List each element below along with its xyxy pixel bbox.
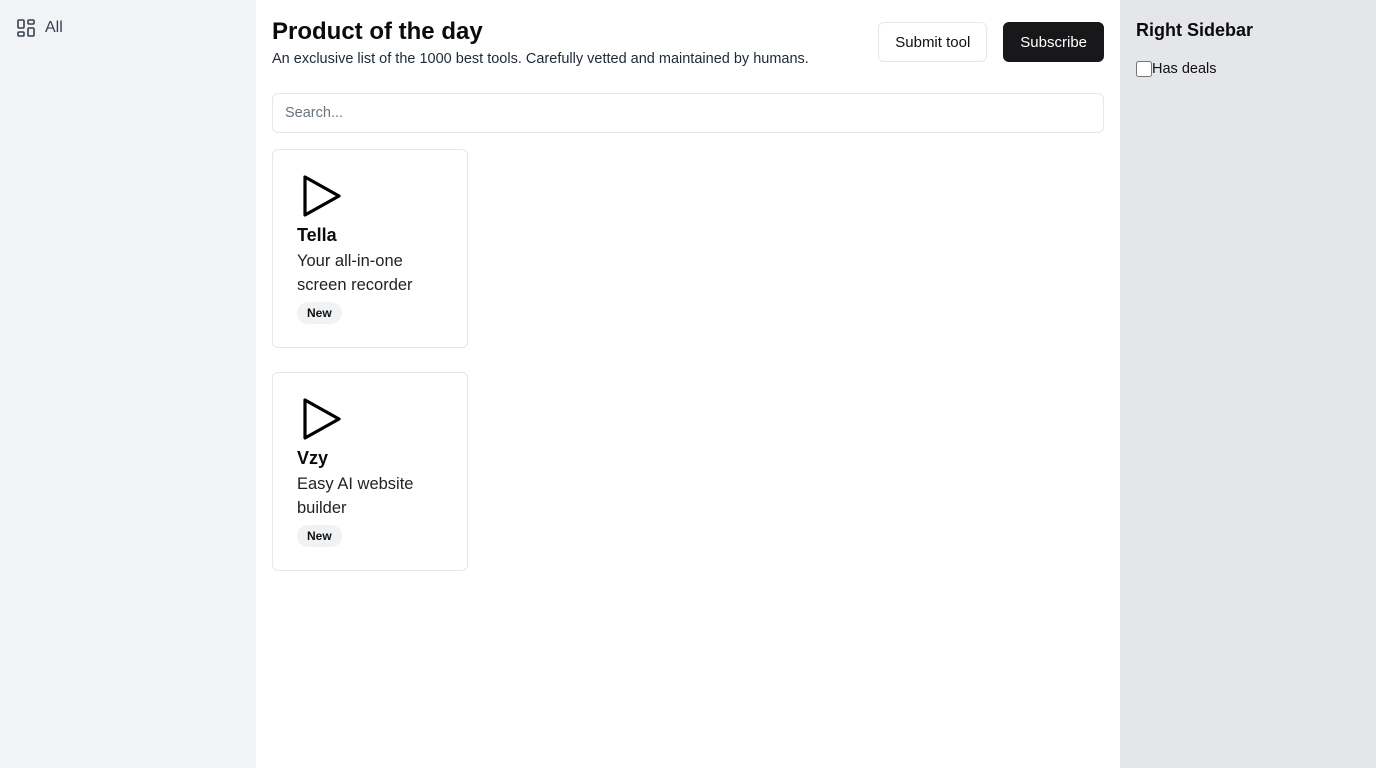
subscribe-button[interactable]: Subscribe — [1003, 22, 1104, 62]
sidebar-item-label: All — [45, 19, 63, 36]
product-card-vzy[interactable]: Vzy Easy AI website builder New — [272, 372, 468, 571]
submit-tool-button[interactable]: Submit tool — [878, 22, 988, 62]
header-text: Product of the day An exclusive list of … — [272, 16, 809, 69]
new-badge: New — [297, 525, 342, 547]
search-input[interactable] — [272, 93, 1104, 133]
grid-icon — [17, 19, 35, 37]
product-list: Tella Your all-in-one screen recorder Ne… — [272, 149, 1104, 571]
sidebar-item-all[interactable]: All — [16, 16, 240, 40]
play-icon — [303, 175, 341, 217]
right-sidebar-title: Right Sidebar — [1136, 20, 1254, 40]
right-sidebar: Right Sidebar Has deals — [1120, 0, 1376, 768]
page-subtitle: An exclusive list of the 1000 best tools… — [272, 51, 809, 67]
has-deals-checkbox[interactable] — [1136, 61, 1152, 77]
has-deals-filter[interactable]: Has deals — [1136, 61, 1360, 77]
page-title: Product of the day — [272, 18, 483, 45]
main-content: Product of the day An exclusive list of … — [256, 0, 1120, 768]
app: All Product of the day An exclusive list… — [0, 0, 1376, 768]
page-header: Product of the day An exclusive list of … — [272, 16, 1104, 69]
product-description: Easy AI website builder — [297, 475, 414, 517]
has-deals-label: Has deals — [1152, 61, 1217, 77]
product-card-tella[interactable]: Tella Your all-in-one screen recorder Ne… — [272, 149, 468, 348]
product-description: Your all-in-one screen recorder — [297, 252, 413, 294]
product-name: Tella — [297, 225, 337, 245]
new-badge: New — [297, 302, 342, 324]
left-sidebar: All — [0, 0, 256, 768]
product-name: Vzy — [297, 448, 329, 468]
play-icon — [303, 398, 341, 440]
header-actions: Submit tool Subscribe — [878, 22, 1104, 62]
